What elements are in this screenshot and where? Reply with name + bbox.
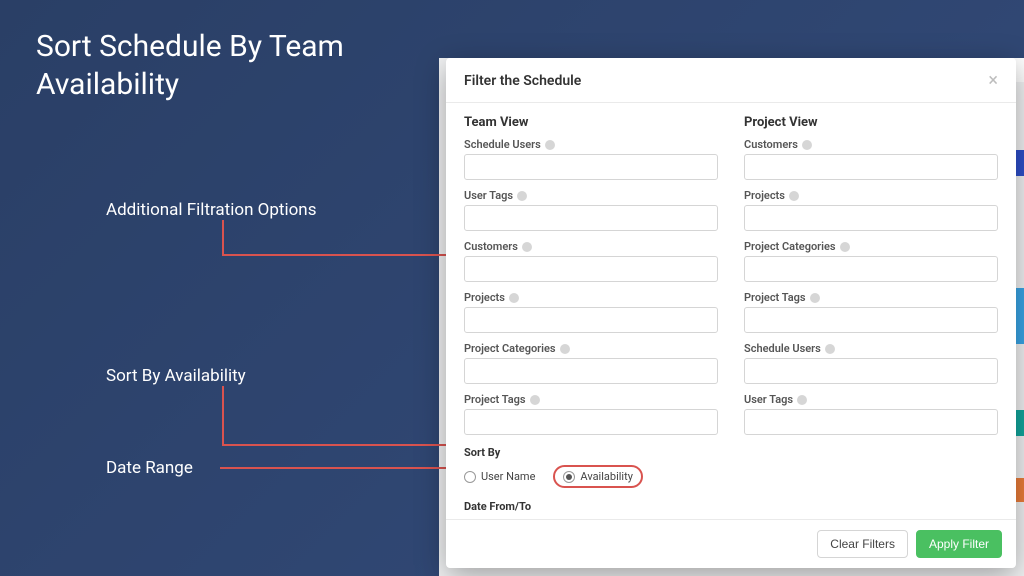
- info-icon[interactable]: [509, 293, 519, 303]
- close-icon[interactable]: ×: [988, 72, 998, 90]
- label-user-tags: User Tags: [464, 189, 513, 202]
- info-icon[interactable]: [840, 242, 850, 252]
- projects-input[interactable]: [464, 307, 718, 333]
- info-icon[interactable]: [530, 395, 540, 405]
- project-view-heading: Project View: [744, 115, 998, 130]
- annotation-line: [220, 467, 462, 469]
- filter-schedule-dialog: Filter the Schedule × Team View Schedule…: [446, 58, 1016, 568]
- label-pv-project-tags: Project Tags: [744, 291, 806, 304]
- label-project-tags: Project Tags: [464, 393, 526, 406]
- field-pv-project-tags: Project Tags: [744, 291, 998, 333]
- pv-customers-input[interactable]: [744, 154, 998, 180]
- pv-project-categories-input[interactable]: [744, 256, 998, 282]
- sort-by-username[interactable]: User Name: [464, 470, 535, 483]
- field-user-tags: User Tags: [464, 189, 718, 231]
- label-pv-projects: Projects: [744, 189, 785, 202]
- callout-sort-by-availability: Sort By Availability: [106, 366, 246, 386]
- label-pv-customers: Customers: [744, 138, 798, 151]
- field-projects: Projects: [464, 291, 718, 333]
- label-pv-user-tags: User Tags: [744, 393, 793, 406]
- sort-by-label: Sort By: [464, 446, 718, 459]
- callout-date-range: Date Range: [106, 458, 193, 478]
- clear-filters-button[interactable]: Clear Filters: [817, 530, 908, 558]
- annotation-line: [222, 386, 224, 446]
- schedule-users-input[interactable]: [464, 154, 718, 180]
- info-icon[interactable]: [810, 293, 820, 303]
- info-icon[interactable]: [517, 191, 527, 201]
- field-project-categories: Project Categories: [464, 342, 718, 384]
- bg-bar: [1015, 150, 1024, 176]
- field-project-tags: Project Tags: [464, 393, 718, 435]
- user-tags-input[interactable]: [464, 205, 718, 231]
- radio-icon: [464, 471, 476, 483]
- annotation-line: [222, 254, 461, 256]
- dialog-footer: Clear Filters Apply Filter: [446, 519, 1016, 568]
- info-icon[interactable]: [825, 344, 835, 354]
- bg-bar: [1015, 410, 1024, 436]
- callout-additional-filtration: Additional Filtration Options: [106, 200, 316, 220]
- label-pv-project-categories: Project Categories: [744, 240, 836, 253]
- info-icon[interactable]: [789, 191, 799, 201]
- team-view-column: Team View Schedule Users User Tags Custo…: [464, 115, 718, 515]
- annotation-circle-availability: Availability: [553, 465, 642, 488]
- slide-title: Sort Schedule By Team Availability: [36, 28, 396, 103]
- info-icon[interactable]: [560, 344, 570, 354]
- field-pv-project-categories: Project Categories: [744, 240, 998, 282]
- dialog-title: Filter the Schedule: [464, 73, 581, 89]
- radio-icon: [563, 471, 575, 483]
- project-view-column: Project View Customers Projects Project …: [744, 115, 998, 515]
- field-schedule-users: Schedule Users: [464, 138, 718, 180]
- dialog-body: Team View Schedule Users User Tags Custo…: [446, 103, 1016, 519]
- project-categories-input[interactable]: [464, 358, 718, 384]
- label-projects: Projects: [464, 291, 505, 304]
- info-icon[interactable]: [545, 140, 555, 150]
- pv-project-tags-input[interactable]: [744, 307, 998, 333]
- date-from-to-label: Date From/To: [464, 500, 718, 513]
- bg-bar: [1015, 478, 1024, 502]
- label-schedule-users: Schedule Users: [464, 138, 541, 151]
- dialog-header: Filter the Schedule ×: [446, 58, 1016, 103]
- info-icon[interactable]: [802, 140, 812, 150]
- field-pv-user-tags: User Tags: [744, 393, 998, 435]
- pv-user-tags-input[interactable]: [744, 409, 998, 435]
- pv-projects-input[interactable]: [744, 205, 998, 231]
- annotation-line: [222, 220, 224, 256]
- sort-by-options: User Name Availability: [464, 465, 718, 488]
- field-pv-schedule-users: Schedule Users: [744, 342, 998, 384]
- field-customers: Customers: [464, 240, 718, 282]
- sort-by-availability[interactable]: Availability: [563, 470, 632, 483]
- label-project-categories: Project Categories: [464, 342, 556, 355]
- apply-filter-button[interactable]: Apply Filter: [916, 530, 1002, 558]
- field-pv-customers: Customers: [744, 138, 998, 180]
- pv-schedule-users-input[interactable]: [744, 358, 998, 384]
- info-icon[interactable]: [522, 242, 532, 252]
- field-pv-projects: Projects: [744, 189, 998, 231]
- label-pv-schedule-users: Schedule Users: [744, 342, 821, 355]
- radio-label-availability: Availability: [580, 470, 632, 483]
- label-customers: Customers: [464, 240, 518, 253]
- team-view-heading: Team View: [464, 115, 718, 130]
- bg-bar: [1015, 288, 1024, 344]
- project-tags-input[interactable]: [464, 409, 718, 435]
- radio-label-username: User Name: [481, 470, 535, 483]
- info-icon[interactable]: [797, 395, 807, 405]
- customers-input[interactable]: [464, 256, 718, 282]
